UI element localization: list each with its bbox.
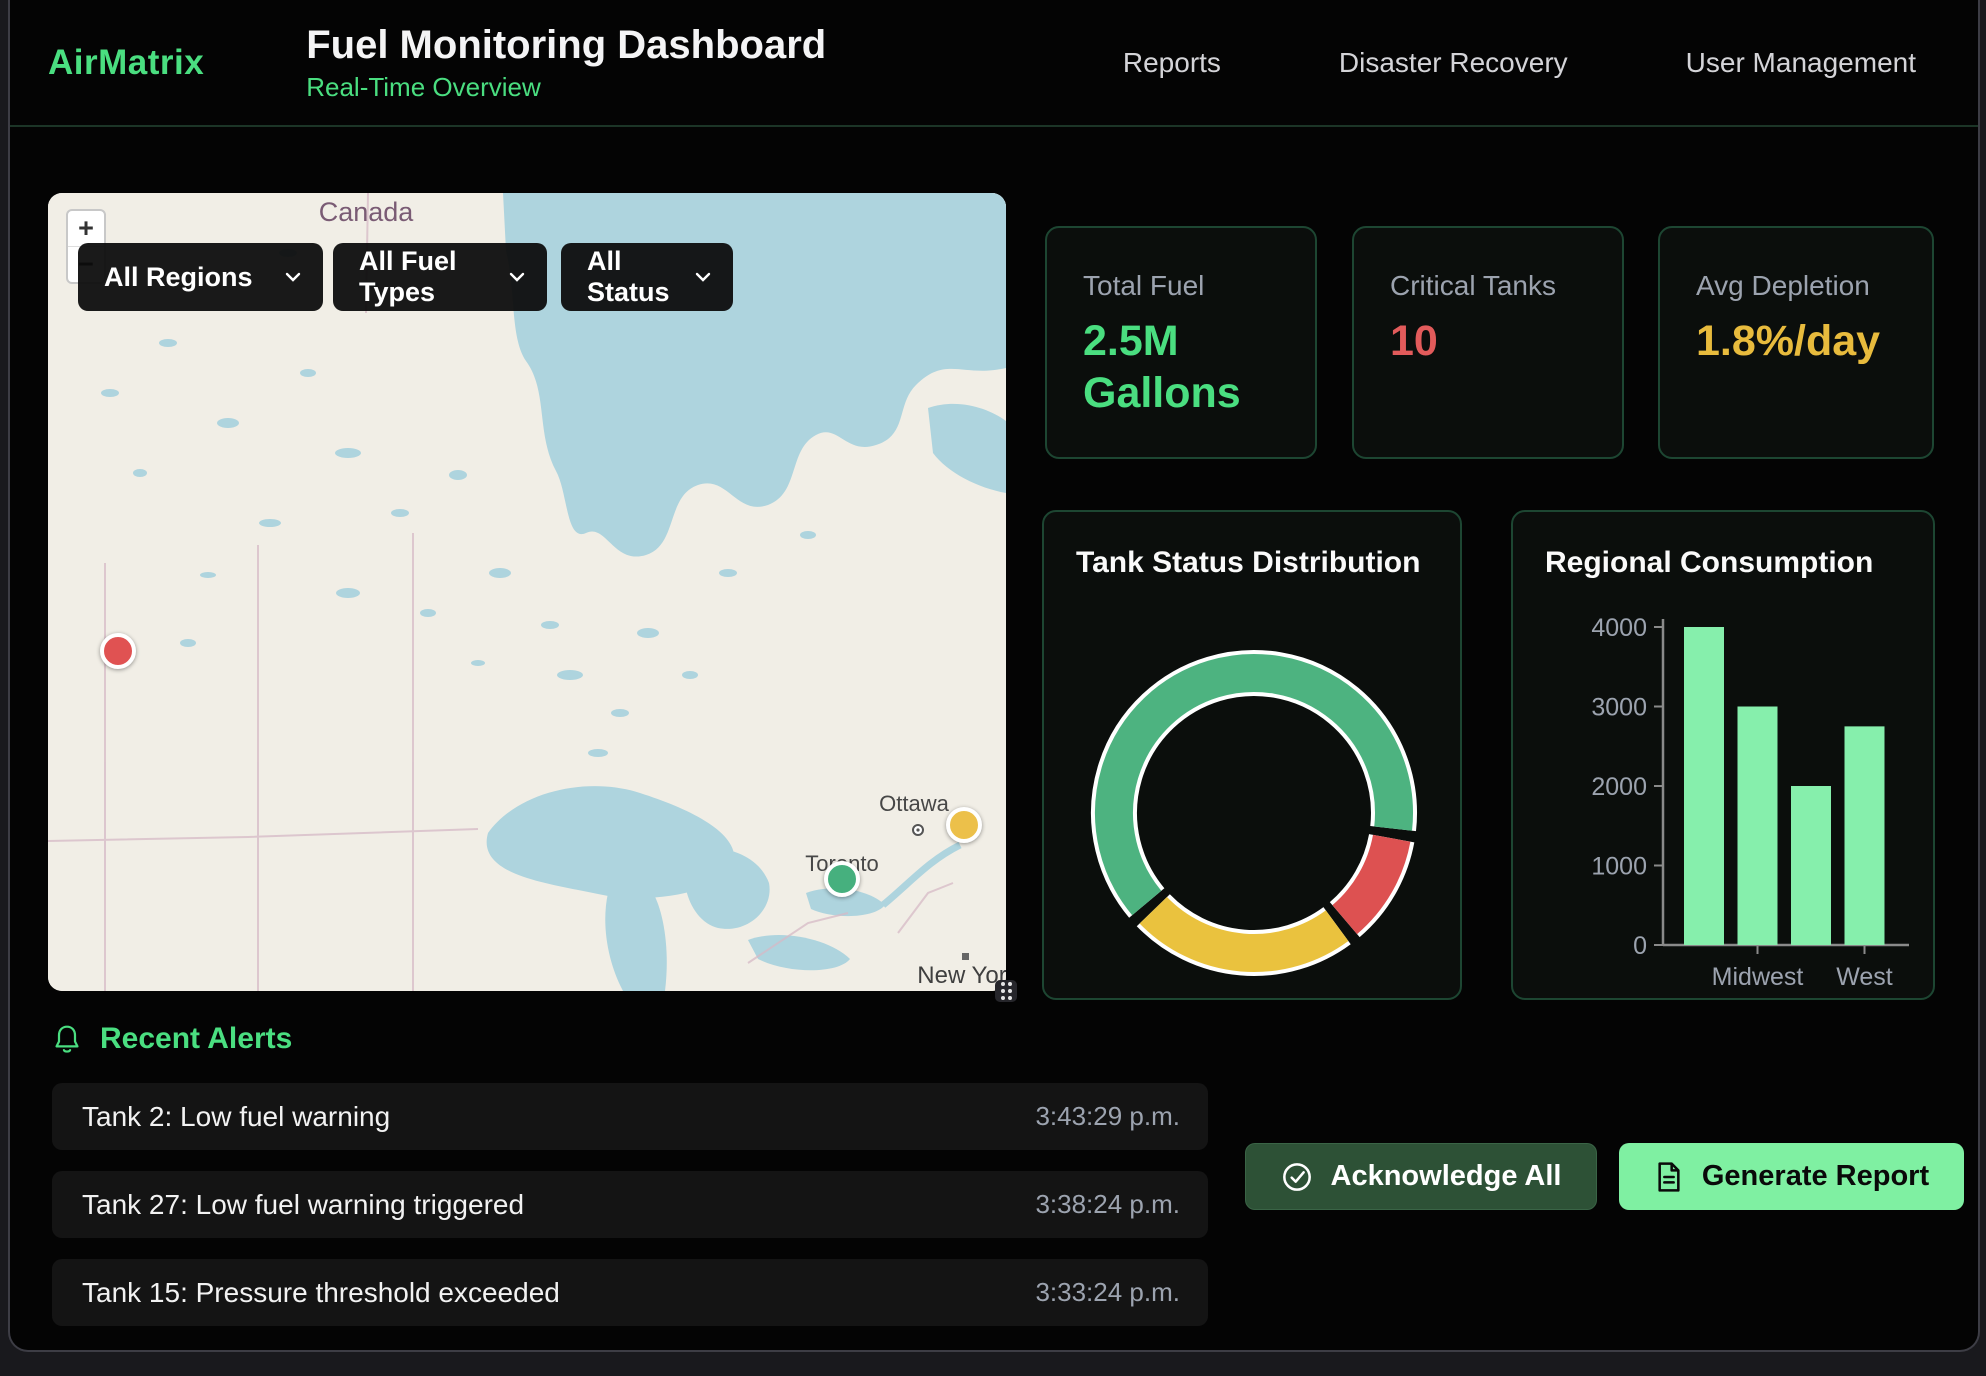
stat-value-total-fuel: 2.5M Gallons (1083, 316, 1288, 419)
alert-text: Tank 2: Low fuel warning (82, 1101, 390, 1133)
check-circle-icon (1281, 1161, 1313, 1193)
svg-text:0: 0 (1633, 932, 1647, 960)
title-block: Fuel Monitoring Dashboard Real-Time Over… (306, 22, 826, 103)
stat-label: Total Fuel (1083, 270, 1315, 302)
map-marker-critical[interactable] (100, 633, 136, 669)
generate-report-button[interactable]: Generate Report (1619, 1143, 1964, 1210)
stat-card-critical-tanks: Critical Tanks 10 (1352, 226, 1624, 459)
tank-status-title: Tank Status Distribution (1076, 546, 1420, 580)
svg-text:Midwest: Midwest (1712, 963, 1804, 991)
stat-label: Critical Tanks (1390, 270, 1622, 302)
chevron-down-icon (695, 272, 711, 282)
main-nav: Reports Disaster Recovery User Managemen… (1123, 47, 1978, 79)
regional-consumption-title: Regional Consumption (1545, 546, 1873, 580)
alert-time: 3:33:24 p.m. (1035, 1277, 1180, 1308)
regional-consumption-bar-chart: 0 1000 2000 3000 4000 Midwest West (1513, 512, 1937, 1002)
acknowledge-all-button[interactable]: Acknowledge All (1245, 1143, 1597, 1210)
stat-value-critical-tanks: 10 (1390, 316, 1595, 368)
dashboard-app: AirMatrix Fuel Monitoring Dashboard Real… (8, 0, 1980, 1352)
page-title: Fuel Monitoring Dashboard (306, 22, 826, 68)
bar-2 (1791, 786, 1831, 945)
bar-1 (1738, 707, 1778, 946)
fuel-type-filter-value: All Fuel Types (359, 246, 491, 308)
map-marker-warning[interactable] (946, 807, 982, 843)
alert-row[interactable]: Tank 2: Low fuel warning 3:43:29 p.m. (52, 1083, 1208, 1150)
bar-3 (1845, 726, 1885, 945)
status-filter-select[interactable]: All Status (561, 243, 733, 311)
svg-text:West: West (1836, 963, 1893, 991)
donut-segment-normal (1114, 673, 1394, 903)
stat-label: Avg Depletion (1696, 270, 1932, 302)
alert-row[interactable]: Tank 15: Pressure threshold exceeded 3:33… (52, 1259, 1208, 1326)
alert-text: Tank 15: Pressure threshold exceeded (82, 1277, 560, 1309)
region-filter-value: All Regions (104, 262, 253, 293)
status-filter-value: All Status (587, 246, 677, 308)
map-markers (48, 193, 1006, 991)
nav-user-management[interactable]: User Management (1686, 47, 1916, 79)
stat-value-avg-depletion: 1.8%/day (1696, 316, 1901, 368)
alert-text: Tank 27: Low fuel warning triggered (82, 1189, 524, 1221)
svg-text:2000: 2000 (1591, 773, 1647, 801)
alerts-title: Recent Alerts (100, 1022, 292, 1056)
stat-card-total-fuel: Total Fuel 2.5M Gallons (1045, 226, 1317, 459)
map-filters: All Regions All Fuel Types All Status (78, 243, 733, 311)
resize-grip-icon[interactable] (995, 980, 1017, 1002)
chevron-down-icon (285, 272, 301, 282)
tank-status-donut-chart (1044, 512, 1464, 1002)
bar-0 (1684, 627, 1724, 945)
svg-text:3000: 3000 (1591, 694, 1647, 722)
region-filter-select[interactable]: All Regions (78, 243, 323, 311)
report-document-icon (1654, 1161, 1684, 1193)
generate-report-label: Generate Report (1702, 1160, 1929, 1193)
alerts-header: Recent Alerts (52, 1022, 292, 1056)
acknowledge-all-label: Acknowledge All (1331, 1160, 1562, 1193)
fuel-type-filter-select[interactable]: All Fuel Types (333, 243, 547, 311)
brand-logo: AirMatrix (48, 43, 204, 83)
regional-consumption-card: Regional Consumption 0 1000 2000 3000 4000 Mi… (1511, 510, 1935, 1000)
alert-time: 3:43:29 p.m. (1035, 1101, 1180, 1132)
bell-icon (52, 1023, 82, 1055)
svg-text:4000: 4000 (1591, 614, 1647, 642)
nav-disaster-recovery[interactable]: Disaster Recovery (1339, 47, 1568, 79)
page-subtitle: Real-Time Overview (306, 72, 826, 103)
header: AirMatrix Fuel Monitoring Dashboard Real… (10, 0, 1978, 127)
alert-row[interactable]: Tank 27: Low fuel warning triggered 3:38:… (52, 1171, 1208, 1238)
tank-status-card: Tank Status Distribution (1042, 510, 1462, 1000)
alerts-list: Tank 2: Low fuel warning3:43:29 p.m.Tank… (52, 1083, 1208, 1347)
map-marker-normal[interactable] (824, 861, 860, 897)
stat-card-avg-depletion: Avg Depletion 1.8%/day (1658, 226, 1934, 459)
svg-text:1000: 1000 (1591, 853, 1647, 881)
fuel-map[interactable]: Canada Ottawa Toronto New York + − All R… (48, 193, 1006, 991)
nav-reports[interactable]: Reports (1123, 47, 1221, 79)
chevron-down-icon (509, 272, 525, 282)
alert-time: 3:38:24 p.m. (1035, 1189, 1180, 1220)
